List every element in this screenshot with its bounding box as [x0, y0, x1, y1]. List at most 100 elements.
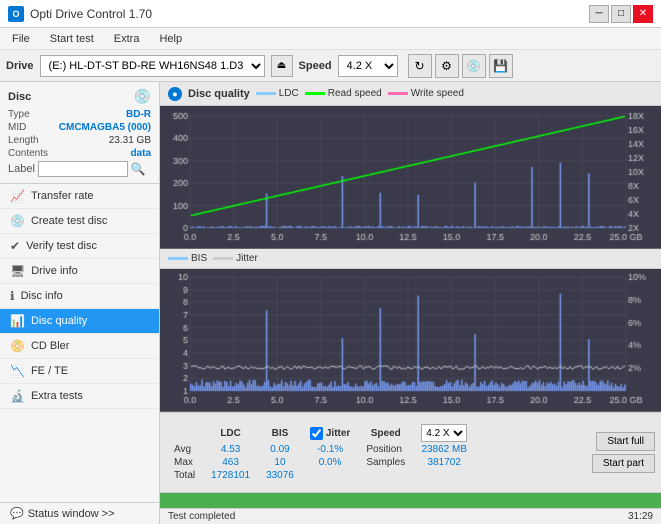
jitter-check-label: Jitter [326, 428, 350, 439]
nav-label-transfer-rate: Transfer rate [31, 190, 94, 202]
stats-samples-label: Samples [358, 456, 413, 469]
legend-read-label: Read speed [328, 88, 382, 99]
stats-buttons: Start full Start part [592, 432, 655, 473]
menu-extra[interactable]: Extra [110, 32, 144, 46]
status-text-bar: Test completed 31:29 [160, 508, 661, 524]
disc-label-row: Label 🔍 [8, 161, 151, 177]
maximize-button[interactable]: □ [611, 5, 631, 23]
stats-header-speed-label: Speed [358, 423, 413, 443]
ldc-canvas [160, 106, 661, 248]
stats-header-row: LDC BIS Jitter Speed 4.2 X [166, 423, 475, 443]
drive-label: Drive [6, 60, 34, 72]
settings-icon[interactable]: ⚙ [435, 54, 459, 78]
start-part-button[interactable]: Start part [592, 454, 655, 473]
disc-section-label: Disc [8, 91, 31, 103]
stats-table: LDC BIS Jitter Speed 4.2 X [166, 423, 475, 482]
bis-chart-header: BIS Jitter [160, 249, 661, 269]
sidebar-item-cd-bler[interactable]: 📀 CD Bler [0, 334, 159, 359]
cd-bler-icon: 📀 [10, 339, 25, 353]
menu-start-test[interactable]: Start test [46, 32, 98, 46]
stats-speed-select[interactable]: 4.2 X [421, 424, 467, 442]
content-area: ● Disc quality LDC Read speed Write spee… [160, 82, 661, 524]
legend-bis-label: BIS [191, 253, 207, 264]
disc-quality-icon: 📊 [10, 314, 25, 328]
stats-max-position: 23862 MB [413, 443, 475, 456]
jitter-checkbox[interactable] [310, 427, 323, 440]
sidebar-item-verify-test-disc[interactable]: ✔ Verify test disc [0, 234, 159, 259]
disc-type-label: Type [8, 109, 30, 120]
legend-jitter: Jitter [213, 253, 258, 264]
disc-label-icon[interactable]: 🔍 [131, 162, 146, 176]
legend-ldc-label: LDC [279, 88, 299, 99]
disc-contents-row: Contents data [8, 148, 151, 159]
nav-label-disc-info: Disc info [21, 290, 63, 302]
read-color-swatch [305, 92, 325, 95]
titlebar: O Opti Drive Control 1.70 ─ □ ✕ [0, 0, 661, 28]
disc-contents-label: Contents [8, 148, 48, 159]
legend-ldc: LDC [256, 88, 299, 99]
create-test-disc-icon: 💿 [10, 214, 25, 228]
speed-label: Speed [299, 60, 332, 72]
disc-length-label: Length [8, 135, 39, 146]
menu-help[interactable]: Help [155, 32, 186, 46]
stats-bar: LDC BIS Jitter Speed 4.2 X [160, 412, 661, 492]
stats-max-jitter: 0.0% [302, 456, 358, 469]
disc-mid-label: MID [8, 122, 26, 133]
close-button[interactable]: ✕ [633, 5, 653, 23]
stats-position-label: Position [358, 443, 413, 456]
charts-container: BIS Jitter [160, 106, 661, 412]
stats-total-ldc: 1728101 [203, 469, 258, 482]
toolbar-icons: ↻ ⚙ 💿 💾 [408, 54, 513, 78]
window-controls: ─ □ ✕ [589, 5, 653, 23]
disc-panel-header: Disc 💿 [8, 88, 151, 105]
minimize-button[interactable]: ─ [589, 5, 609, 23]
start-full-button[interactable]: Start full [596, 432, 655, 451]
write-color-swatch [388, 92, 408, 95]
nav-label-drive-info: Drive info [31, 265, 77, 277]
sidebar-item-transfer-rate[interactable]: 📈 Transfer rate [0, 184, 159, 209]
verify-test-disc-icon: ✔ [10, 239, 20, 253]
refresh-icon[interactable]: ↻ [408, 54, 432, 78]
save-icon[interactable]: 💾 [489, 54, 513, 78]
nav-label-create-test-disc: Create test disc [31, 215, 107, 227]
stats-header-jitter-check: Jitter [302, 423, 358, 443]
disc-quality-chart-icon: ● [168, 87, 182, 101]
disc-length-value: 23.31 GB [109, 135, 151, 146]
drive-select[interactable]: (E:) HL-DT-ST BD-RE WH16NS48 1.D3 [40, 55, 265, 77]
stats-avg-label: Avg [166, 443, 203, 456]
status-text: Test completed [168, 511, 235, 522]
sidebar-item-create-test-disc[interactable]: 💿 Create test disc [0, 209, 159, 234]
sidebar-item-extra-tests[interactable]: 🔬 Extra tests [0, 384, 159, 409]
chart-title: Disc quality [188, 88, 250, 100]
sidebar-item-fe-te[interactable]: 📉 FE / TE [0, 359, 159, 384]
disc-icon[interactable]: 💿 [462, 54, 486, 78]
legend-read: Read speed [305, 88, 382, 99]
menu-file[interactable]: File [8, 32, 34, 46]
status-area: 💬 Status window >> [0, 502, 159, 524]
disc-label-input[interactable] [38, 161, 128, 177]
sidebar-item-disc-quality[interactable]: 📊 Disc quality [0, 309, 159, 334]
stats-avg-ldc: 4.53 [203, 443, 258, 456]
sidebar-item-disc-info[interactable]: ℹ Disc info [0, 284, 159, 309]
disc-type-row: Type BD-R [8, 109, 151, 120]
legend-write-label: Write speed [411, 88, 464, 99]
disc-section-icon: 💿 [134, 88, 151, 105]
stats-avg-row: Avg 4.53 0.09 -0.1% Position 23862 MB [166, 443, 475, 456]
speed-select[interactable]: 4.2 X [338, 55, 398, 77]
disc-type-value: BD-R [126, 109, 151, 120]
progress-bar-container [160, 492, 661, 508]
eject-button[interactable]: ⏏ [271, 55, 293, 77]
titlebar-left: O Opti Drive Control 1.70 [8, 6, 152, 22]
nav-label-fe-te: FE / TE [31, 365, 68, 377]
legend-bis: BIS [168, 253, 207, 264]
sidebar-item-drive-info[interactable]: 🖥 Drive info [0, 259, 159, 284]
status-window-icon: 💬 [10, 507, 24, 520]
legend-write: Write speed [388, 88, 464, 99]
ldc-chart [160, 106, 661, 249]
progress-time: 31:29 [628, 511, 653, 522]
stats-avg-bis: 0.09 [258, 443, 302, 456]
nav-label-disc-quality: Disc quality [31, 315, 87, 327]
status-window-label: Status window >> [28, 508, 115, 520]
status-window-button[interactable]: 💬 Status window >> [0, 502, 159, 524]
jitter-checkbox-container: Jitter [310, 427, 350, 440]
